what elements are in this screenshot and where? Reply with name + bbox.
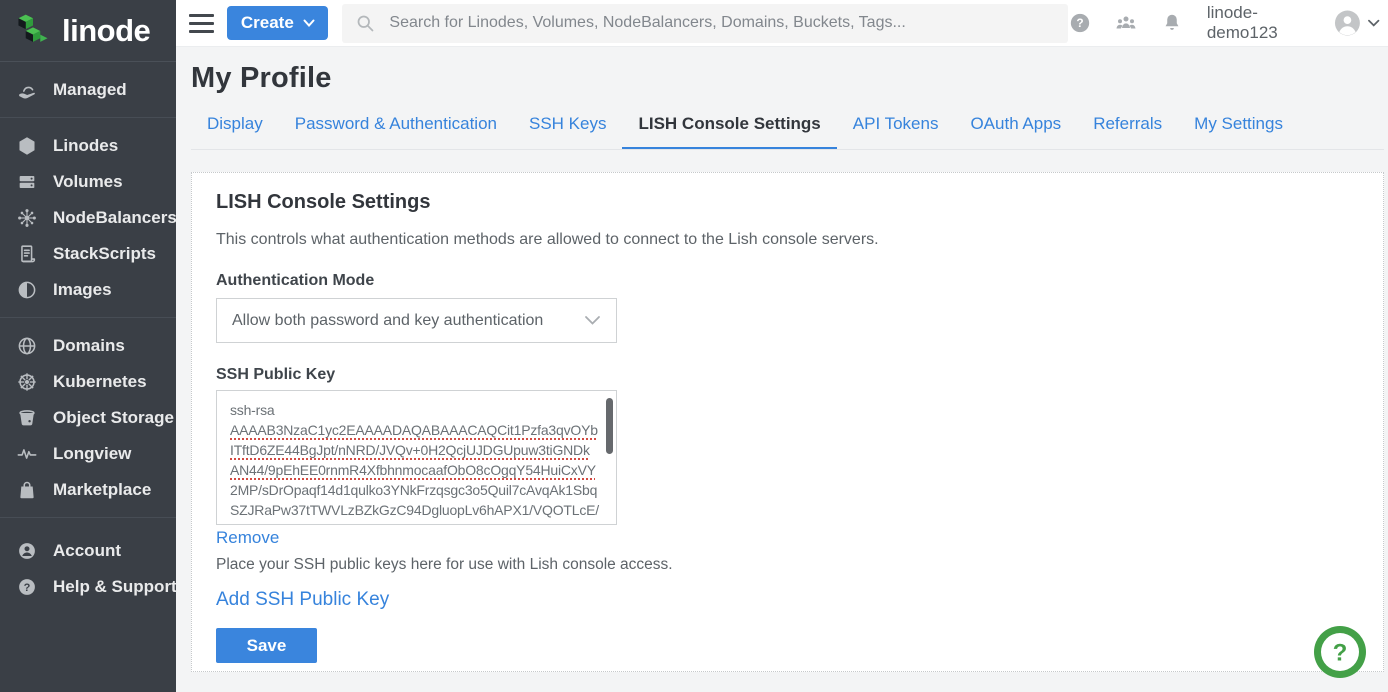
sidebar-item-label: Kubernetes bbox=[53, 372, 147, 392]
panel-description: This controls what authentication method… bbox=[216, 231, 1359, 249]
save-button[interactable]: Save bbox=[216, 628, 317, 663]
auth-mode-value: Allow both password and key authenticati… bbox=[232, 312, 543, 330]
sidebar-item-label: Account bbox=[53, 541, 121, 561]
remove-key-link[interactable]: Remove bbox=[216, 528, 279, 548]
chevron-down-icon bbox=[303, 19, 315, 28]
linodes-icon bbox=[15, 134, 39, 158]
sidebar-item-images[interactable]: Images bbox=[0, 272, 176, 308]
sidebar-item-longview[interactable]: Longview bbox=[0, 436, 176, 472]
sidebar-item-nodebalancers[interactable]: NodeBalancers bbox=[0, 200, 176, 236]
profile-tabs: Display Password & Authentication SSH Ke… bbox=[191, 114, 1384, 150]
ssh-key-line: 2MP/sDrOpaqf14d1qulko3YNkFrzqsgc3o5Quil7… bbox=[230, 480, 596, 500]
sidebar-item-label: StackScripts bbox=[53, 244, 156, 264]
tab-ssh-keys[interactable]: SSH Keys bbox=[513, 114, 622, 149]
longview-icon bbox=[15, 442, 39, 466]
marketplace-icon bbox=[15, 478, 39, 502]
sidebar-item-label: Longview bbox=[53, 444, 131, 464]
notifications-bell-icon[interactable] bbox=[1160, 10, 1185, 36]
linode-logo[interactable]: linode bbox=[0, 0, 176, 62]
search-input[interactable] bbox=[389, 14, 1049, 32]
sidebar-item-label: Help & Support bbox=[53, 577, 177, 597]
ssh-key-line: SZJRaPw37tTWVLzBZkGzC94DgluopLv6hAPX1/VQ… bbox=[230, 500, 596, 520]
sidebar-item-marketplace[interactable]: Marketplace bbox=[0, 472, 176, 508]
sidebar-item-label: Linodes bbox=[53, 136, 118, 156]
page-title: My Profile bbox=[191, 62, 1384, 95]
sidebar-item-managed[interactable]: Managed bbox=[0, 72, 176, 108]
select-chevron-icon bbox=[584, 315, 601, 326]
images-icon bbox=[15, 278, 39, 302]
nav-group-account: Account ? Help & Support bbox=[0, 518, 176, 614]
tab-api-tokens[interactable]: API Tokens bbox=[837, 114, 955, 149]
nodebalancers-icon bbox=[15, 206, 39, 230]
sidebar-item-label: Domains bbox=[53, 336, 125, 356]
tab-lish-console-settings[interactable]: LISH Console Settings bbox=[622, 114, 836, 149]
tab-my-settings[interactable]: My Settings bbox=[1178, 114, 1299, 149]
sidebar-item-label: Marketplace bbox=[53, 480, 151, 500]
sidebar-item-account[interactable]: Account bbox=[0, 533, 176, 569]
ssh-key-helper-text: Place your SSH public keys here for use … bbox=[216, 556, 1359, 574]
create-button[interactable]: Create bbox=[227, 6, 328, 40]
sidebar-item-label: Volumes bbox=[53, 172, 123, 192]
add-ssh-key-link[interactable]: Add SSH Public Key bbox=[216, 589, 389, 611]
topbar: Create ? linode-demo123 bbox=[176, 0, 1388, 47]
account-menu-chevron-icon[interactable] bbox=[1367, 18, 1380, 28]
sidebar-item-label: Images bbox=[53, 280, 112, 300]
tab-display[interactable]: Display bbox=[191, 114, 279, 149]
sidebar-item-stackscripts[interactable]: StackScripts bbox=[0, 236, 176, 272]
avatar[interactable] bbox=[1334, 9, 1361, 37]
lish-settings-panel: LISH Console Settings This controls what… bbox=[191, 172, 1384, 672]
panel-title: LISH Console Settings bbox=[216, 191, 1359, 214]
object-storage-icon bbox=[15, 406, 39, 430]
nav-group-managed: Managed bbox=[0, 62, 176, 118]
menu-toggle-icon[interactable] bbox=[189, 14, 214, 33]
stackscripts-icon bbox=[15, 242, 39, 266]
sidebar-item-domains[interactable]: Domains bbox=[0, 328, 176, 364]
sidebar-item-label: NodeBalancers bbox=[53, 208, 177, 228]
search-box bbox=[342, 4, 1068, 43]
textarea-scrollbar-thumb[interactable] bbox=[606, 398, 613, 454]
svg-text:?: ? bbox=[1077, 16, 1084, 30]
ssh-key-label: SSH Public Key bbox=[216, 366, 1359, 384]
sidebar-item-linodes[interactable]: Linodes bbox=[0, 128, 176, 164]
community-icon[interactable] bbox=[1113, 10, 1139, 36]
account-icon bbox=[15, 539, 39, 563]
ssh-key-textarea[interactable]: ssh-rsa AAAAB3NzaC1yc2EAAAADAQABAAACAQCi… bbox=[216, 390, 617, 525]
help-icon: ? bbox=[15, 575, 39, 599]
ssh-key-line: AN44/9pEhEE0rnmR4XfbhnmocaafObO8cOgqY54H… bbox=[230, 460, 596, 480]
ssh-key-line: AAAAB3NzaC1yc2EAAAADAQABAAACAQCit1Pzfa3q… bbox=[230, 420, 596, 440]
nav-group-compute: Linodes Volumes NodeBalancers StackScrip… bbox=[0, 118, 176, 318]
domains-icon bbox=[15, 334, 39, 358]
sidebar-item-label: Managed bbox=[53, 80, 127, 100]
help-chat-widget[interactable]: ? bbox=[1313, 625, 1367, 679]
sidebar-item-volumes[interactable]: Volumes bbox=[0, 164, 176, 200]
sidebar-item-label: Object Storage bbox=[53, 408, 174, 428]
topbar-right: ? linode-demo123 bbox=[1068, 3, 1380, 43]
sidebar-item-kubernetes[interactable]: Kubernetes bbox=[0, 364, 176, 400]
auth-mode-label: Authentication Mode bbox=[216, 272, 1359, 290]
linode-logo-icon bbox=[13, 12, 53, 50]
volumes-icon bbox=[15, 170, 39, 194]
svg-text:?: ? bbox=[1333, 640, 1348, 667]
help-circle-icon[interactable]: ? bbox=[1068, 10, 1093, 36]
kubernetes-icon bbox=[15, 370, 39, 394]
nav-group-services: Domains Kubernetes Object Storage Longvi… bbox=[0, 318, 176, 518]
tab-password-authentication[interactable]: Password & Authentication bbox=[279, 114, 513, 149]
managed-icon bbox=[15, 78, 39, 102]
logo-text: linode bbox=[62, 13, 150, 49]
create-button-label: Create bbox=[241, 13, 294, 33]
ssh-key-line: ITftD6ZE44BgJpt/nNRD/JVQv+0H2QcjUJDGUpuw… bbox=[230, 440, 596, 460]
sidebar-item-help-support[interactable]: ? Help & Support bbox=[0, 569, 176, 605]
sidebar: linode Managed Linodes Volumes Node bbox=[0, 0, 176, 692]
auth-mode-select[interactable]: Allow both password and key authenticati… bbox=[216, 298, 617, 343]
svg-text:?: ? bbox=[24, 582, 31, 594]
ssh-key-line: ssh-rsa bbox=[230, 400, 596, 420]
main-content: My Profile Display Password & Authentica… bbox=[176, 47, 1388, 692]
tab-oauth-apps[interactable]: OAuth Apps bbox=[954, 114, 1077, 149]
search-icon bbox=[355, 13, 376, 34]
account-username[interactable]: linode-demo123 bbox=[1207, 3, 1324, 43]
sidebar-item-object-storage[interactable]: Object Storage bbox=[0, 400, 176, 436]
tab-referrals[interactable]: Referrals bbox=[1077, 114, 1178, 149]
